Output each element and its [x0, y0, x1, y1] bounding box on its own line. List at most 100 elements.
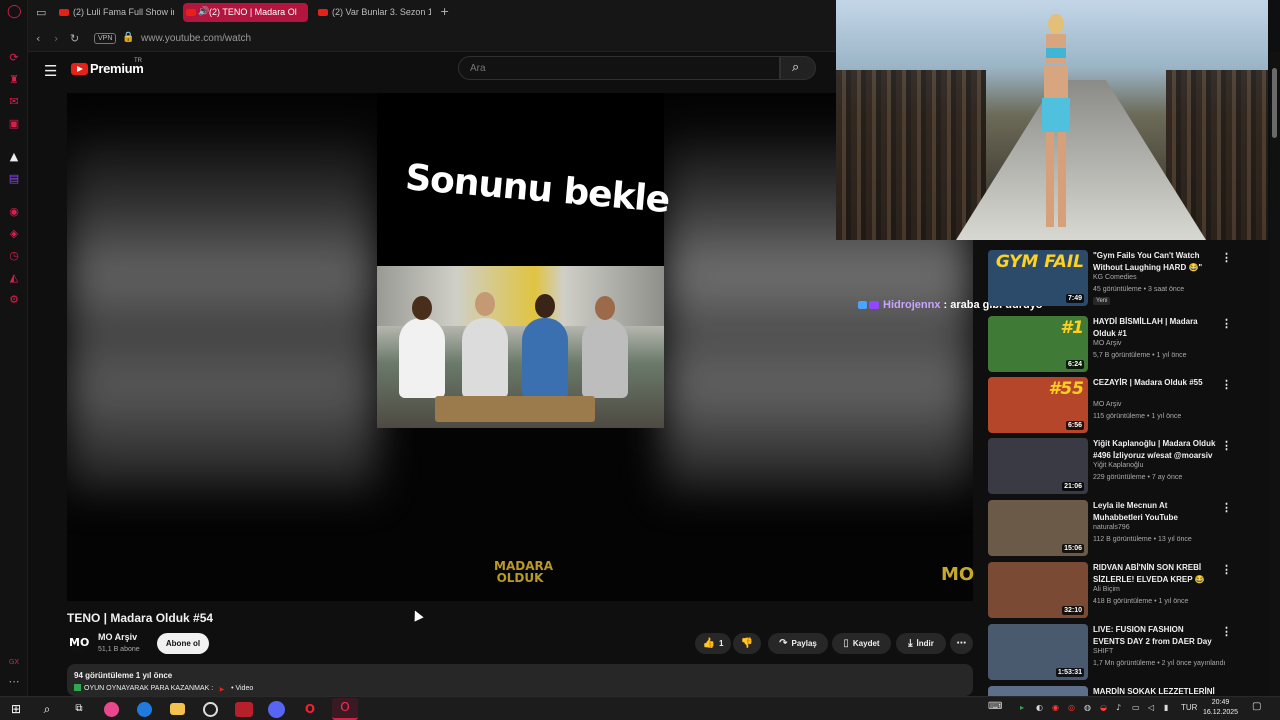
more-vert-icon[interactable]: ⋮ — [1221, 625, 1232, 638]
reload-icon[interactable]: ↻ — [70, 32, 79, 45]
share-button[interactable]: ↷ Paylaş — [768, 633, 828, 654]
settings-icon[interactable]: ⚙ — [8, 294, 20, 306]
more-vert-icon[interactable]: ⋮ — [1221, 439, 1232, 452]
tab-teno[interactable]: 🔊 (2) TENO | Madara Ol — [183, 3, 308, 22]
search-icon[interactable]: ⌕ — [38, 700, 56, 718]
tray-record-icon[interactable]: ◉ — [1052, 703, 1059, 712]
clock-icon[interactable]: ◷ — [8, 250, 20, 262]
language-indicator[interactable]: TUR — [1181, 703, 1197, 712]
vpn-badge[interactable]: VPN — [94, 33, 117, 44]
related-video-item[interactable]: 1:53:31 LIVE: FUSION FASHION EVENTS DAY 2… — [988, 624, 1270, 682]
tray-steam-icon[interactable]: ◒ — [1100, 703, 1107, 712]
related-video-channel[interactable]: KG Comedies — [1093, 274, 1137, 281]
more-vert-icon[interactable]: ⋮ — [1221, 501, 1232, 514]
forward-icon[interactable]: › — [54, 32, 58, 45]
keyboard-icon[interactable]: ⌨ — [988, 701, 1002, 712]
related-video-channel[interactable]: MO Arşiv — [1093, 340, 1121, 347]
related-video-item[interactable]: #55 6:56 CEZAYİR | Madara Olduk #55 MO Arşi… — [988, 377, 1270, 435]
voicemod-icon[interactable] — [235, 702, 253, 717]
back-icon[interactable]: ‹ — [36, 32, 40, 45]
more-vert-icon[interactable]: ⋮ — [1221, 251, 1232, 264]
tab-menu-icon[interactable]: ▭ — [36, 6, 46, 19]
bag-icon[interactable]: ♜ — [8, 74, 20, 86]
channel-avatar[interactable]: MO — [69, 633, 89, 653]
related-video-channel[interactable]: SHIFT — [1093, 648, 1113, 655]
history-icon[interactable]: ◉ — [8, 206, 20, 218]
related-video-title[interactable]: "Gym Fails You Can't Watch Without Laugh… — [1093, 250, 1217, 274]
related-video-title[interactable]: RIDVAN ABİ'NİN SON KREBİ SİZLERLE! ELVED… — [1093, 562, 1217, 586]
battery-icon[interactable]: ▮ — [1164, 703, 1168, 712]
opera-logo-icon[interactable]: ◯ — [7, 5, 22, 18]
microphone-icon[interactable]: ♪ — [1116, 703, 1121, 712]
related-video-item[interactable]: 15:06 Leyla ile Mecnun At Muhabbetleri Yo… — [988, 500, 1270, 558]
tray-opera-icon[interactable]: ◎ — [1068, 703, 1075, 712]
volume-icon[interactable]: ◁ — [1148, 703, 1154, 712]
tray-globe-icon[interactable]: ◍ — [1084, 703, 1091, 712]
messenger-icon[interactable]: ✉ — [8, 96, 20, 108]
related-video-title[interactable]: CEZAYİR | Madara Olduk #55 — [1093, 377, 1217, 389]
related-video-channel[interactable]: Yiğit Kaplanoğlu — [1093, 462, 1143, 469]
video-thumbnail[interactable]: GYM FAIL 7:49 — [988, 250, 1088, 306]
extensions-icon[interactable]: ◭ — [8, 272, 20, 284]
scrollbar[interactable] — [1270, 52, 1280, 696]
video-thumbnail[interactable]: 1:53:31 — [988, 624, 1088, 680]
channel-name[interactable]: MO Arşiv — [98, 632, 137, 642]
like-button[interactable]: 👍 1 — [695, 633, 731, 654]
gx-icon[interactable]: GX — [8, 656, 20, 668]
windows-start-icon[interactable]: ⊞ — [7, 700, 25, 718]
video-thumbnail[interactable]: 32:10 — [988, 562, 1088, 618]
url-field[interactable]: www.youtube.com/watch — [141, 33, 251, 44]
related-video-item[interactable]: #1 6:24 HAYDİ BİSMİLLAH | Madara Olduk #1 M… — [988, 316, 1270, 374]
related-video-title[interactable]: LIVE: FUSION FASHION EVENTS DAY 2 from D… — [1093, 624, 1217, 648]
more-vert-icon[interactable]: ⋮ — [1221, 378, 1232, 391]
related-video-item[interactable]: GYM FAIL 7:49 "Gym Fails You Can't Watch W… — [988, 250, 1270, 308]
more-vert-icon[interactable]: ⋮ — [1221, 563, 1232, 576]
more-actions-button[interactable]: ⋯ — [950, 633, 973, 654]
video-thumbnail[interactable]: #1 6:24 — [988, 316, 1088, 372]
video-thumbnail[interactable] — [988, 686, 1088, 696]
related-video-title[interactable]: Leyla ile Mecnun At Muhabbetleri YouTube — [1093, 500, 1217, 524]
task-view-icon[interactable]: ⧉ — [70, 700, 88, 718]
edge-icon[interactable] — [137, 702, 152, 717]
twitch-icon[interactable]: ▤ — [8, 173, 20, 185]
related-video-title[interactable]: HAYDİ BİSMİLLAH | Madara Olduk #1 — [1093, 316, 1217, 340]
related-video-item[interactable]: 21:06 Yiğit Kaplanoğlu | Madara Olduk #49… — [988, 438, 1270, 496]
more-vert-icon[interactable]: ⋮ — [1221, 317, 1232, 330]
related-video-channel[interactable]: MO Arşiv — [1093, 401, 1121, 408]
file-explorer-icon[interactable] — [170, 703, 185, 715]
tab-luli-fama[interactable]: (2) Luli Fama Full Show in — [56, 3, 174, 22]
tray-arrow-icon[interactable]: ▸ — [1020, 703, 1024, 712]
tab-var-bunlar[interactable]: (2) Var Bunlar 3. Sezon 1. — [315, 3, 431, 22]
related-video-channel[interactable]: naturals796 — [1093, 524, 1130, 531]
menu-icon[interactable]: ☰ — [44, 62, 57, 80]
save-button[interactable]: ▯ Kaydet — [832, 633, 891, 654]
more-icon[interactable]: ⋯ — [8, 676, 20, 688]
aria-icon[interactable]: ⟳ — [8, 52, 20, 64]
notifications-icon[interactable]: ▢ — [1252, 701, 1261, 712]
gx-corner-icon[interactable]: ▣ — [8, 118, 20, 130]
related-video-title[interactable]: Yiğit Kaplanoğlu | Madara Olduk #496 İzl… — [1093, 438, 1217, 462]
related-video-channel[interactable]: Ali Biçim — [1093, 586, 1120, 593]
youtube-logo-icon[interactable] — [71, 63, 88, 75]
network-icon[interactable]: ▭ — [1132, 703, 1140, 712]
arrow-icon[interactable]: ▲ — [8, 151, 20, 163]
search-input[interactable] — [458, 56, 780, 80]
clock[interactable]: 20:49 16.12.2025 — [1203, 698, 1238, 718]
related-video-title[interactable]: MARDİN SOKAK LEZZETLERİNİ — [1093, 686, 1217, 696]
speaker-icon[interactable]: 🔊 — [198, 3, 209, 22]
download-button[interactable]: ⤓ İndir — [896, 633, 946, 654]
discord-icon[interactable] — [268, 701, 285, 718]
related-video-item[interactable]: 32:10 RIDVAN ABİ'NİN SON KREBİ SİZLERLE! … — [988, 562, 1270, 620]
new-tab-button[interactable]: + — [440, 5, 449, 18]
video-thumbnail[interactable]: 21:06 — [988, 438, 1088, 494]
opera-icon[interactable]: O — [301, 700, 319, 718]
video-thumbnail[interactable]: #55 6:56 — [988, 377, 1088, 433]
tray-app-icon[interactable]: ◐ — [1036, 703, 1043, 712]
scrollbar-thumb[interactable] — [1272, 68, 1277, 138]
search-button[interactable]: ⌕ — [780, 56, 816, 80]
bookmarks-icon[interactable]: ◈ — [8, 228, 20, 240]
steam-icon[interactable] — [203, 702, 218, 717]
description-box[interactable]: 94 görüntüleme 1 yıl önce OYUN OYNAYARAK… — [67, 664, 973, 696]
subscribe-button[interactable]: Abone ol — [157, 633, 209, 654]
dislike-button[interactable]: 👎 — [733, 633, 761, 654]
